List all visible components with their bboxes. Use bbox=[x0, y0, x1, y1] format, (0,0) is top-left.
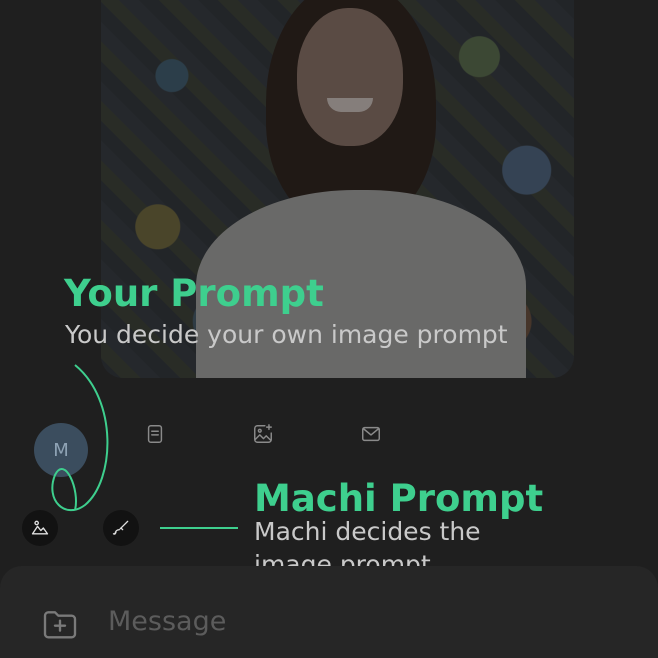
your-prompt-title: Your Prompt bbox=[64, 272, 324, 315]
machi-prompt-description-line-1: Machi decides the bbox=[254, 517, 481, 546]
add-folder-icon[interactable] bbox=[40, 604, 80, 644]
avatar[interactable]: M bbox=[34, 423, 88, 477]
machi-prompt-title: Machi Prompt bbox=[254, 477, 544, 520]
message-input[interactable]: Message bbox=[108, 606, 226, 637]
message-composer: Message bbox=[0, 566, 658, 658]
image-sparkle-icon[interactable] bbox=[252, 423, 274, 445]
image-mountain-icon bbox=[31, 520, 49, 535]
avatar-initial: M bbox=[53, 439, 69, 461]
your-prompt-description: You decide your own image prompt bbox=[65, 320, 508, 349]
brush-icon bbox=[112, 520, 129, 535]
mail-icon[interactable] bbox=[360, 423, 382, 445]
your-prompt-button[interactable] bbox=[22, 510, 58, 546]
machi-prompt-button[interactable] bbox=[103, 510, 139, 546]
document-icon[interactable] bbox=[144, 423, 166, 445]
